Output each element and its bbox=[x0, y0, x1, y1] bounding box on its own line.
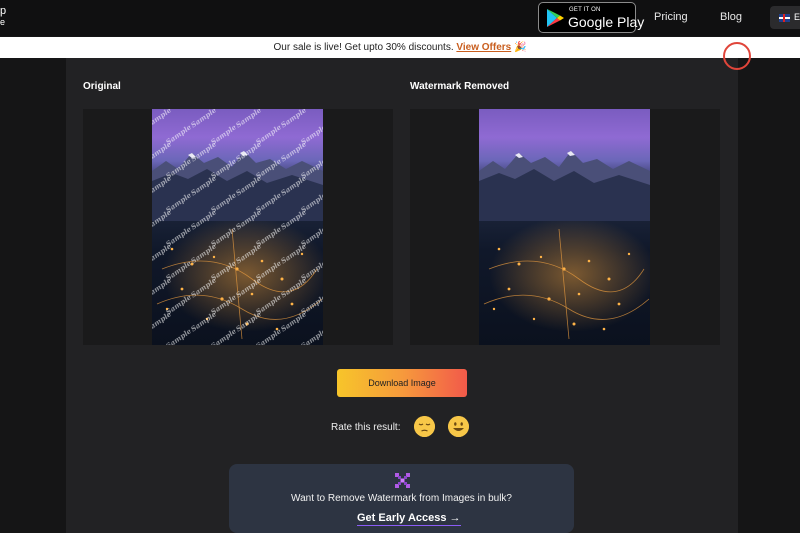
watermark-text: Sample bbox=[189, 109, 218, 130]
happy-face-icon[interactable] bbox=[448, 416, 469, 437]
watermark-removed-image-container bbox=[410, 109, 720, 345]
watermark-text: Sample bbox=[152, 109, 173, 130]
download-image-button[interactable]: Download Image bbox=[337, 369, 467, 397]
google-play-badge[interactable]: GET IT ON Google Play bbox=[538, 2, 644, 33]
sad-face-icon[interactable] bbox=[414, 416, 435, 437]
google-play-small-text: GET IT ON bbox=[569, 7, 601, 13]
watermark-text: Sample bbox=[279, 109, 308, 130]
logo[interactable]: p e bbox=[0, 6, 6, 28]
language-label: E bbox=[794, 12, 800, 22]
logo-fragment-bottom: e bbox=[0, 17, 6, 27]
watermark-text: Sample bbox=[234, 109, 263, 130]
original-image-container: Sample Sample Sample Sample Sample Sample Samp… bbox=[83, 109, 393, 345]
watermark-removed-image bbox=[479, 109, 650, 345]
view-offers-link[interactable]: View Offers bbox=[456, 42, 511, 53]
promo-text: Our sale is live! Get upto 30% discounts… bbox=[273, 42, 454, 53]
google-play-big-text: Google Play bbox=[568, 14, 645, 30]
google-play-icon bbox=[547, 9, 564, 27]
get-early-access-link[interactable]: Get Early Access → bbox=[357, 512, 461, 526]
nav-pricing[interactable]: Pricing bbox=[654, 11, 688, 23]
grid-pattern-icon bbox=[395, 473, 410, 488]
bulk-access-card: Want to Remove Watermark from Images in … bbox=[229, 464, 574, 533]
uk-flag-icon bbox=[779, 13, 790, 22]
top-navbar: p e GET IT ON Google Play Pricing Blog E bbox=[0, 0, 800, 36]
rate-label: Rate this result: bbox=[331, 422, 401, 433]
original-title: Original bbox=[83, 81, 121, 92]
original-image: Sample Sample Sample Sample Sample Sample Samp… bbox=[152, 109, 323, 345]
nav-blog[interactable]: Blog bbox=[720, 11, 742, 23]
close-button[interactable] bbox=[723, 42, 751, 70]
party-icon: 🎉 bbox=[514, 42, 527, 53]
promo-banner: Our sale is live! Get upto 30% discounts… bbox=[0, 37, 800, 58]
logo-fragment-top: p bbox=[0, 5, 7, 17]
language-selector[interactable]: E bbox=[770, 6, 800, 29]
bulk-text: Want to Remove Watermark from Images in … bbox=[291, 493, 512, 504]
watermark-removed-title: Watermark Removed bbox=[410, 81, 510, 92]
city-lights-graphic bbox=[483, 228, 650, 340]
